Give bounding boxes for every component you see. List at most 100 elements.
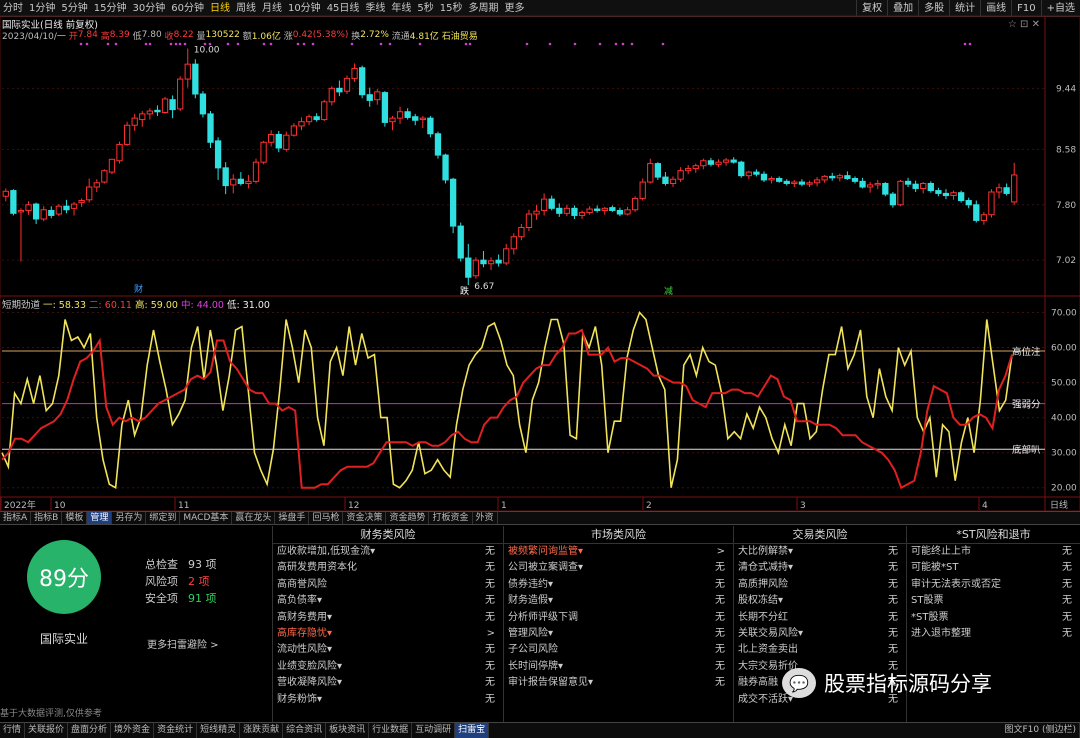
risk-item[interactable]: 进入退市整理 无 — [907, 626, 1080, 642]
candle-body — [806, 182, 813, 185]
risk-item[interactable]: 大比例解禁▾ 无 — [734, 544, 906, 560]
indicator-tab-4[interactable]: 另存为 — [112, 512, 147, 524]
risk-item-value: 无 — [485, 644, 495, 656]
footer-tab-4[interactable]: 资金统计 — [154, 723, 198, 738]
series1-value: 58.33 — [58, 300, 86, 311]
candle-body — [980, 214, 988, 221]
risk-item-label: 业绩变脸风险▾ — [277, 660, 343, 672]
footer-tab-9[interactable]: 行业数据 — [369, 723, 413, 738]
footer-tab-7[interactable]: 综合资讯 — [283, 723, 327, 738]
indicator-tab-9[interactable]: 回马枪 — [309, 512, 344, 524]
risk-item[interactable]: 高库存隐忧▾ > — [273, 626, 503, 642]
risk-item-label: 分析师评级下调 — [508, 611, 578, 623]
footer-tab-1[interactable]: 关联报价 — [25, 723, 69, 738]
candle-body — [313, 116, 320, 121]
risk-item-label: 应收款增加,低现金流▾ — [277, 546, 376, 557]
risk-item-value: 无 — [485, 578, 495, 590]
risk-item[interactable]: 营收凝降风险▾ 无 — [273, 675, 503, 691]
footer-tab-8[interactable]: 板块资讯 — [326, 723, 370, 738]
signal-dot — [236, 42, 240, 46]
candle-body — [692, 165, 699, 170]
indicator-tab-0[interactable]: 指标A — [0, 512, 32, 524]
indicator-tab-8[interactable]: 操盘手 — [275, 512, 310, 524]
candle-body — [10, 190, 17, 214]
footer-tab-2[interactable]: 盘面分析 — [68, 723, 112, 738]
signal-dot — [262, 42, 266, 46]
risk-item[interactable]: 分析师评级下调 无 — [504, 610, 733, 626]
risk-item[interactable]: 应收款增加,低现金流▾ 无 — [273, 544, 503, 560]
risk-item[interactable]: 子公司风险 无 — [504, 642, 733, 658]
risk-item[interactable]: 关联交易风险▾ 无 — [734, 626, 906, 642]
risk-item[interactable]: 高商誉风险 无 — [273, 577, 503, 593]
risk-item[interactable]: 高研发费用资本化 无 — [273, 560, 503, 576]
risk-item[interactable]: 审计报告保留意见▾ 无 — [504, 675, 733, 691]
indicator-tab-10[interactable]: 资金决策 — [343, 512, 387, 524]
candle-body — [434, 133, 442, 156]
risk-item[interactable]: 高负债率▾ 无 — [273, 593, 503, 609]
footer-tab-0[interactable]: 行情 — [0, 723, 26, 738]
candle-body — [222, 167, 229, 187]
signal-dot — [388, 42, 392, 46]
more-scan-link[interactable]: 更多扫雷避险 > — [147, 636, 219, 651]
indicator-tab-11[interactable]: 资金趋势 — [386, 512, 430, 524]
risk-item[interactable]: 长期不分红 无 — [734, 610, 906, 626]
indicator-tab-12[interactable]: 打板资金 — [429, 512, 473, 524]
indicator-tab-3[interactable]: 管理 — [87, 512, 113, 524]
risk-item[interactable]: 财务粉饰▾ 无 — [273, 692, 503, 708]
risk-item[interactable]: 高质押风险 无 — [734, 577, 906, 593]
kline-chart[interactable]: 9.44 8.58 7.80 7.02 10.00 6.67 财 跌 减 70.00 60.00… — [0, 0, 1080, 512]
candle-body — [571, 207, 578, 216]
signal-dot — [183, 42, 187, 46]
risk-item[interactable]: 管理风险▾ 无 — [504, 626, 733, 642]
candle-body — [616, 209, 624, 215]
risk-item[interactable]: 高财务费用▾ 无 — [273, 610, 503, 626]
risk-item[interactable]: 股权冻结▾ 无 — [734, 593, 906, 609]
level-line-label: 底部叭 — [1012, 444, 1041, 456]
footer-tab-11[interactable]: 扫雷宝 — [455, 723, 490, 738]
indicator-tab-6[interactable]: MACD基本 — [180, 512, 233, 524]
price-tick-label: 7.02 — [1056, 256, 1076, 266]
candle-body — [988, 191, 995, 216]
risk-item-label: 可能终止上市 — [911, 546, 971, 557]
risk-item[interactable]: ST股票 无 — [907, 593, 1080, 609]
indicator-tab-1[interactable]: 指标B — [31, 512, 63, 524]
indicator-tab-7[interactable]: 赢在龙头 — [232, 512, 276, 524]
risk-item[interactable]: 债券违约▾ 无 — [504, 577, 733, 593]
candle-body — [518, 227, 525, 238]
risk-item[interactable]: 公司被立案调查▾ 无 — [504, 560, 733, 576]
indicator-tab-5[interactable]: 绑定到 — [146, 512, 181, 524]
risk-item-value: 无 — [715, 627, 725, 639]
risk-item[interactable]: 可能被*ST 无 — [907, 560, 1080, 576]
risk-item[interactable]: *ST股票 无 — [907, 610, 1080, 626]
risk-item[interactable]: 业绩变脸风险▾ 无 — [273, 659, 503, 675]
risk-item[interactable]: 北上资金卖出 无 — [734, 642, 906, 658]
candle-body — [25, 204, 32, 211]
candle-body — [753, 171, 760, 175]
candle-body — [139, 113, 146, 121]
risk-item[interactable]: 可能终止上市 无 — [907, 544, 1080, 560]
risk-item[interactable]: 被频繁问询监管▾ > — [504, 544, 733, 560]
footer-tab-10[interactable]: 互动调研 — [412, 723, 456, 738]
footer-f10-button[interactable]: 图文F10 (侧边栏) — [1001, 723, 1080, 738]
risk-item[interactable]: 审计无法表示或否定 无 — [907, 577, 1080, 593]
indicator-tab-13[interactable]: 外资 — [473, 512, 498, 524]
risk-item-label: 高库存隐忧▾ — [277, 627, 333, 639]
footer-tab-3[interactable]: 境外资金 — [111, 723, 155, 738]
candle-body — [707, 160, 715, 165]
risk-item[interactable]: 财务造假▾ 无 — [504, 593, 733, 609]
risk-item-value: 无 — [715, 644, 725, 656]
footer-tab-5[interactable]: 短线精灵 — [197, 723, 241, 738]
indicator-tab-2[interactable]: 模板 — [62, 512, 88, 524]
candle-body — [556, 207, 563, 214]
risk-item-value: 无 — [1062, 562, 1072, 574]
candle-body — [639, 181, 646, 199]
risk-item[interactable]: 清仓式减持▾ 无 — [734, 560, 906, 576]
indicator-tab-bar: 指标A 指标B 模板 管理 另存为 绑定到 MACD基本 赢在龙头 操盘手 回马枪 资金决策 资金趋势… — [0, 511, 1080, 525]
footer-tab-6[interactable]: 涨跌贡献 — [240, 723, 284, 738]
risk-item[interactable]: 流动性风险▾ 无 — [273, 642, 503, 658]
risk-item[interactable]: 长时间停牌▾ 无 — [504, 659, 733, 675]
indicator-tick-label: 20.00 — [1051, 484, 1077, 494]
candle-body — [677, 170, 684, 180]
signal-dot — [379, 42, 383, 46]
candle-body — [548, 198, 555, 209]
